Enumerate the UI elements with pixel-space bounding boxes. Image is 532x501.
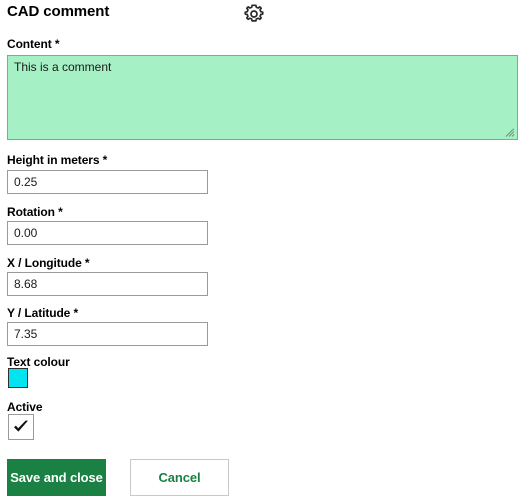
content-label: Content * [7, 37, 60, 51]
height-input[interactable] [7, 170, 208, 194]
text-colour-swatch[interactable] [8, 368, 28, 388]
panel-header: CAD comment [7, 2, 525, 30]
save-and-close-button[interactable]: Save and close [7, 459, 106, 496]
gear-icon[interactable] [241, 1, 267, 27]
rotation-label: Rotation * [7, 205, 63, 219]
latitude-label: Y / Latitude * [7, 306, 79, 320]
longitude-input[interactable] [7, 272, 208, 296]
rotation-input[interactable] [7, 221, 208, 245]
active-checkbox[interactable] [8, 414, 34, 440]
latitude-input[interactable] [7, 322, 208, 346]
height-label: Height in meters * [7, 153, 108, 167]
cad-comment-form: CAD comment Content * Height in meters *… [0, 0, 532, 501]
cancel-button[interactable]: Cancel [130, 459, 229, 496]
check-icon [14, 420, 28, 432]
longitude-label: X / Longitude * [7, 256, 90, 270]
page-title: CAD comment [7, 3, 110, 20]
active-label: Active [7, 400, 43, 414]
content-input[interactable] [7, 55, 518, 140]
